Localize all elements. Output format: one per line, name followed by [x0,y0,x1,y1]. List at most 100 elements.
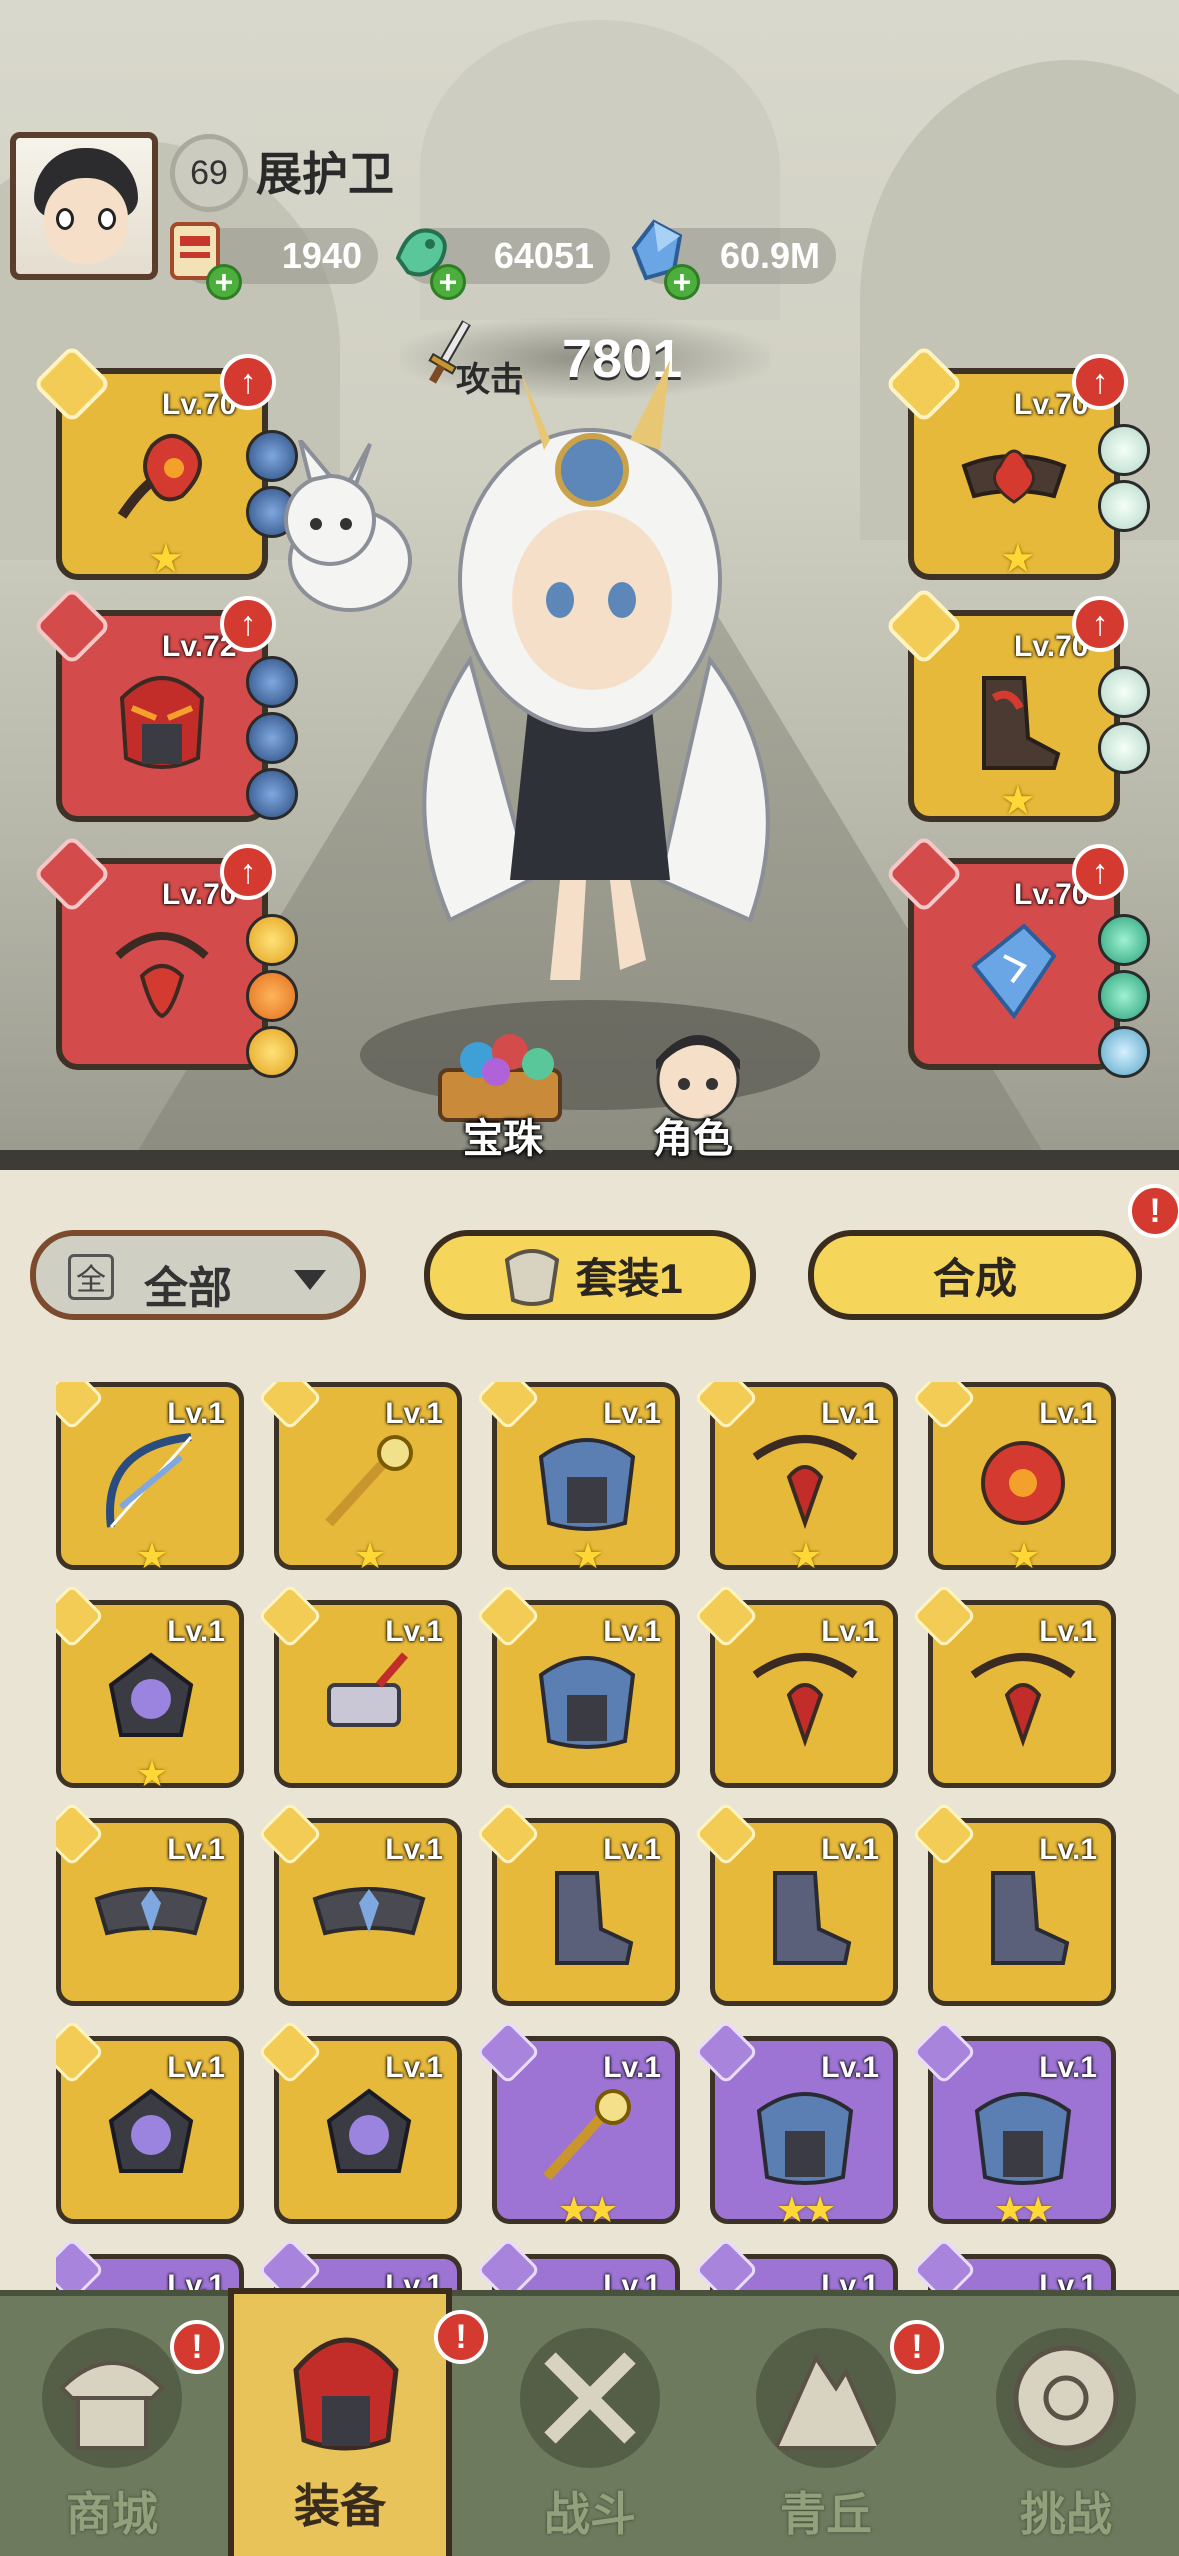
boots-type-icon [693,1801,759,1867]
player-avatar[interactable] [10,132,158,280]
inventory-item-boots[interactable]: Lv.1 [475,1801,680,2006]
rarity-star: ★ [148,537,184,581]
upgrade-arrow-icon[interactable]: ↑ [1072,844,1128,900]
inventory-item-armor[interactable]: Lv.1 ★★ [911,2019,1116,2230]
upgrade-arrow-icon[interactable]: ↑ [1072,354,1128,410]
equip-slot-weapon[interactable]: Lv.70 ↑ ★ [32,344,298,581]
gems-label: 宝珠 [463,1117,543,1161]
inventory-item-boots[interactable]: Lv.1 [911,1801,1116,2006]
equip-slot-necklace[interactable]: Lv.70 ↑ [32,834,298,1078]
flame-staff-icon [117,434,202,519]
combine-label: 合成 [932,1254,1017,1302]
inventory-item-belt[interactable]: Lv.1 [693,2237,898,2290]
category-filter-dropdown[interactable]: 全 全部 [30,1230,366,1320]
item-level: Lv.1 [821,2269,879,2290]
necklace-icon [752,1435,858,1530]
nav-label-equipment: 装备 [294,2480,386,2532]
currency-crystal[interactable]: 60.9M + [631,219,836,300]
armor-type-icon [32,586,112,666]
inventory-item-ring[interactable]: Lv.1 ★ [56,1583,244,1794]
equip-slot-armor[interactable]: Lv.72 ↑ [32,586,298,822]
inventory-item-bow[interactable]: Lv.1 ★ [56,1382,244,1576]
add-crystal-button[interactable]: + [664,264,700,300]
rarity-star: ★ [1000,779,1036,823]
gem-socket [246,656,298,708]
inventory-item-staff[interactable]: Lv.1 ★ [257,1382,462,1576]
equip-slot-belt[interactable]: Lv.70 ↑ ★ [884,344,1150,581]
gem-socket [1098,914,1150,966]
helmet-icon [293,2337,399,2451]
belt-icon [312,1887,426,1936]
gem-socket [1098,970,1150,1022]
currency-jade[interactable]: 64051 + [395,228,610,300]
upgrade-arrow-icon[interactable]: ↑ [1072,596,1128,652]
inventory-item-armor[interactable]: Lv.1 ★ [475,1382,680,1576]
ring-type-icon [257,2019,323,2085]
boots-type-icon [911,1801,977,1867]
equip-slot-boots[interactable]: Lv.70 ↑ ★ [884,586,1150,823]
armor-icon [756,2092,854,2185]
nav-tab-shop[interactable]: 商城 ! [0,2302,224,2556]
inventory-item-belt[interactable]: Lv.1 [257,1801,462,2006]
item-level: Lv.1 [603,2051,661,2084]
rarity-stars: ★ [1007,1535,1040,1576]
rarity-stars: ★★ [993,2189,1055,2230]
alert-icon: ! [1128,1184,1179,1238]
gem-socket [246,712,298,764]
inventory-item-belt[interactable]: Lv.1 [475,2237,680,2290]
gem-socket [246,768,298,820]
inventory-item-boots[interactable]: Lv.1 [693,1801,898,2006]
nav-tab-battle[interactable]: 战斗 [478,2302,702,2556]
equipment-set-button[interactable]: 套装1 [424,1230,756,1320]
inventory-item-orb[interactable]: Lv.1 ★ [911,1382,1116,1576]
ring-type-icon [56,2019,105,2085]
item-level: Lv.1 [1039,1615,1097,1648]
inventory-item-necklace[interactable]: Lv.1 [911,1583,1116,1788]
mountain-icon [756,2328,896,2468]
rarity-stars: ★ [571,1535,604,1576]
add-scroll-button[interactable]: + [206,264,242,300]
inventory-item-armor[interactable]: Lv.1 [475,1583,680,1788]
gems-button[interactable]: 宝珠 [418,1020,588,1170]
add-jade-button[interactable]: + [430,264,466,300]
inventory-item-necklace[interactable]: Lv.1 [56,2237,244,2290]
orb-type-icon [911,1382,977,1431]
inventory-item-boots[interactable]: Lv.1 [911,2237,1116,2290]
necklace-type-icon [911,1583,977,1649]
inventory-item-hammer[interactable]: Lv.1 [257,1583,462,1788]
item-level: Lv.1 [167,1615,225,1648]
item-level: Lv.1 [167,1833,225,1866]
armor-icon [538,1656,636,1749]
nav-tab-equipment[interactable]: 装备 ! [228,2288,488,2556]
rarity-stars: ★ [353,1535,386,1576]
inventory-item-staff[interactable]: Lv.1 ★★ [475,2019,680,2230]
rarity-stars: ★★ [557,2189,619,2230]
belt-icon [94,1887,208,1936]
shop-icon [42,2328,182,2468]
item-level: Lv.1 [167,2051,225,2084]
staff-icon [325,1435,413,1527]
item-level: Lv.1 [385,1833,443,1866]
inventory-item-armor[interactable]: Lv.1 ★★ [693,2019,898,2230]
inventory-item-belt[interactable]: Lv.1 [56,1801,244,2006]
character-button[interactable]: 角色 [608,1020,778,1170]
ring-type-icon [884,834,964,914]
nav-tab-challenge[interactable]: 挑战 [954,2302,1178,2556]
inventory-item-necklace[interactable]: Lv.1 [257,2237,462,2290]
inventory-item-necklace[interactable]: Lv.1 [693,1583,898,1788]
boots-icon [991,1871,1070,1965]
upgrade-arrow-icon[interactable]: ↑ [220,354,276,410]
nav-tab-qingqiu[interactable]: 青丘 ! [714,2302,944,2556]
combine-button[interactable]: 合成 [808,1230,1142,1320]
boots-type-icon [475,1801,541,1867]
boots-type-icon [884,586,964,666]
inventory-item-ring[interactable]: Lv.1 [257,2019,462,2224]
item-level: Lv.1 [167,2269,225,2290]
gem-socket [1098,424,1150,476]
equip-slot-ring[interactable]: Lv.70 ↑ [884,834,1150,1078]
staff-type-icon [475,2019,541,2085]
inventory-item-necklace[interactable]: Lv.1 ★ [693,1382,898,1576]
upgrade-arrow-icon[interactable]: ↑ [220,844,276,900]
inventory-item-ring[interactable]: Lv.1 [56,2019,244,2224]
currency-scroll[interactable]: 1940 + [170,222,378,300]
